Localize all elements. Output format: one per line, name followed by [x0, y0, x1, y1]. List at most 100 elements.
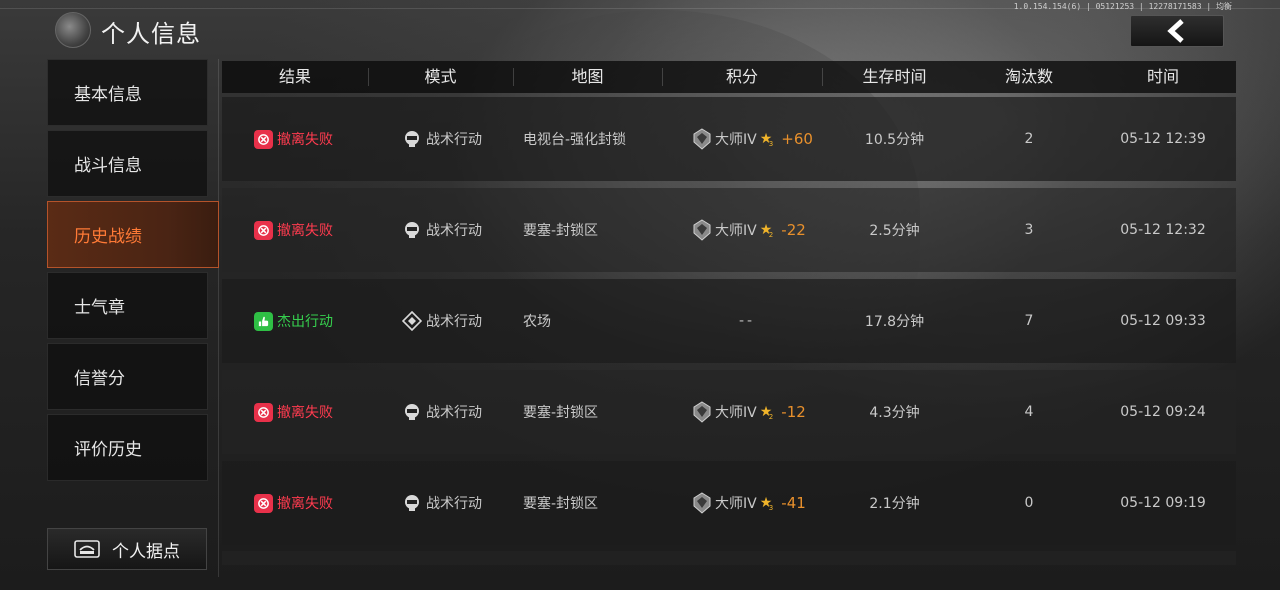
mode-label: 战术行动	[426, 223, 482, 239]
result-label: 杰出行动	[277, 314, 333, 330]
header-survival-time: 生存时间	[862, 67, 927, 86]
star-icon: ★ 2	[759, 404, 774, 421]
partial-table-row	[222, 551, 1236, 565]
base-icon	[74, 540, 100, 558]
star-level: 2	[768, 231, 774, 239]
extraction-failed-icon	[254, 129, 273, 149]
survival-time-cell: 4.3分钟	[869, 405, 920, 421]
table-row[interactable]: 撤离失败 战术行动 要塞-封锁区 大师IV ★ 2 -22 2.5分钟 3 05-…	[222, 188, 1236, 272]
score-empty: --	[738, 313, 756, 329]
score-delta: -22	[781, 221, 806, 239]
mode-label: 战术行动	[426, 496, 482, 512]
tactical-operation-icon	[405, 495, 419, 511]
sidebar-item-label: 信誉分	[74, 369, 125, 389]
sidebar-item-morale-badge[interactable]: 士气章	[47, 272, 208, 339]
header-kills: 淘汰数	[1004, 67, 1053, 86]
survival-time-cell: 17.8分钟	[864, 314, 925, 330]
mode-label: 战术行动	[426, 132, 482, 148]
score-delta: -41	[781, 494, 806, 512]
header-time: 时间	[1146, 67, 1179, 86]
extraction-failed-icon	[254, 220, 273, 240]
kills-cell: 7	[1024, 313, 1034, 329]
tactical-operation-icon	[405, 131, 419, 147]
mode-cell: 战术行动	[402, 279, 532, 363]
kills-cell: 4	[1024, 404, 1034, 420]
time-cell: 05-12 12:39	[1120, 131, 1206, 147]
star-icon: ★ 2	[759, 222, 774, 239]
extraction-failed-icon	[254, 402, 273, 422]
result-cell: 撤离失败	[254, 370, 384, 454]
table-header: 结果 模式 地图 积分 生存时间 淘汰数 时间	[222, 61, 1236, 93]
sidebar-item-basic-info[interactable]: 基本信息	[47, 59, 208, 126]
map-cell: 农场	[523, 314, 551, 330]
master-rank-icon	[693, 401, 711, 423]
page-title: 个人信息	[101, 20, 201, 48]
result-label: 撤离失败	[277, 223, 333, 239]
result-cell: 杰出行动	[254, 279, 384, 363]
mode-label: 战术行动	[426, 314, 482, 330]
tactical-operation-diamond-icon	[402, 311, 422, 331]
map-cell: 要塞-封锁区	[523, 405, 599, 421]
mode-label: 战术行动	[426, 405, 482, 421]
kills-cell: 2	[1024, 131, 1034, 147]
tactical-operation-icon	[405, 404, 419, 420]
time-cell: 05-12 09:33	[1120, 313, 1206, 329]
score-delta: +60	[781, 130, 813, 148]
star-icon: ★ 3	[759, 495, 774, 512]
sidebar-item-label: 士气章	[74, 298, 125, 318]
tactical-operation-icon	[405, 222, 419, 238]
star-level: 3	[768, 504, 774, 512]
player-emblem-icon	[55, 12, 91, 48]
sidebar-item-label: 历史战绩	[74, 227, 142, 247]
outstanding-action-icon	[254, 311, 273, 331]
chevron-left-icon	[1167, 19, 1184, 43]
rank-label: 大师IV	[715, 132, 757, 148]
table-row[interactable]: 撤离失败 战术行动 要塞-封锁区 大师IV ★ 2 -12 4.3分钟 4 05-…	[222, 370, 1236, 454]
mode-cell: 战术行动	[402, 370, 532, 454]
header-score: 积分	[725, 67, 758, 86]
result-label: 撤离失败	[277, 405, 333, 421]
master-rank-icon	[693, 492, 711, 514]
sidebar-item-label: 战斗信息	[74, 156, 142, 176]
extraction-failed-icon	[254, 493, 273, 513]
table-row[interactable]: 撤离失败 战术行动 电视台-强化封锁 大师IV ★ 3 +60 10.5分钟 2 …	[222, 97, 1236, 181]
sidebar: 基本信息 战斗信息 历史战绩 士气章 信誉分 评价历史	[47, 59, 219, 574]
sidebar-item-match-history[interactable]: 历史战绩	[47, 201, 219, 268]
rank-label: 大师IV	[715, 405, 757, 421]
header-map: 地图	[571, 67, 604, 86]
map-cell: 要塞-封锁区	[523, 223, 599, 239]
star-level: 3	[768, 140, 774, 148]
sidebar-item-battle-info[interactable]: 战斗信息	[47, 130, 208, 197]
survival-time-cell: 2.1分钟	[869, 496, 920, 512]
master-rank-icon	[693, 219, 711, 241]
score-cell: --	[692, 279, 802, 363]
personal-base-label: 个人据点	[112, 541, 180, 562]
master-rank-icon	[693, 128, 711, 150]
survival-time-cell: 2.5分钟	[869, 223, 920, 239]
sidebar-item-label: 基本信息	[74, 85, 142, 105]
star-icon: ★ 3	[759, 131, 774, 148]
table-row[interactable]: 撤离失败 战术行动 要塞-封锁区 大师IV ★ 3 -41 2.1分钟 0 05-…	[222, 461, 1236, 545]
rank-label: 大师IV	[715, 223, 757, 239]
sidebar-item-review-history[interactable]: 评价历史	[47, 414, 208, 481]
mode-cell: 战术行动	[402, 461, 532, 545]
map-cell: 电视台-强化封锁	[523, 132, 627, 148]
rank-label: 大师IV	[715, 496, 757, 512]
time-cell: 05-12 09:24	[1120, 404, 1206, 420]
mode-cell: 战术行动	[402, 97, 532, 181]
personal-base-button[interactable]: 个人据点	[47, 528, 207, 570]
result-label: 撤离失败	[277, 496, 333, 512]
version-info: 1.0.154.154(6) | 05121253 | 12278171583 …	[1013, 2, 1232, 11]
score-delta: -12	[781, 403, 806, 421]
header-mode: 模式	[424, 67, 457, 86]
table-row[interactable]: 杰出行动 战术行动 农场 -- 17.8分钟 7 05-12 09:33	[222, 279, 1236, 363]
kills-cell: 3	[1024, 222, 1034, 238]
time-cell: 05-12 12:32	[1120, 222, 1206, 238]
back-button[interactable]	[1130, 15, 1224, 47]
header-result: 结果	[278, 67, 311, 86]
result-cell: 撤离失败	[254, 97, 384, 181]
result-cell: 撤离失败	[254, 461, 384, 545]
mode-cell: 战术行动	[402, 188, 532, 272]
result-label: 撤离失败	[277, 132, 333, 148]
sidebar-item-credit-score[interactable]: 信誉分	[47, 343, 208, 410]
